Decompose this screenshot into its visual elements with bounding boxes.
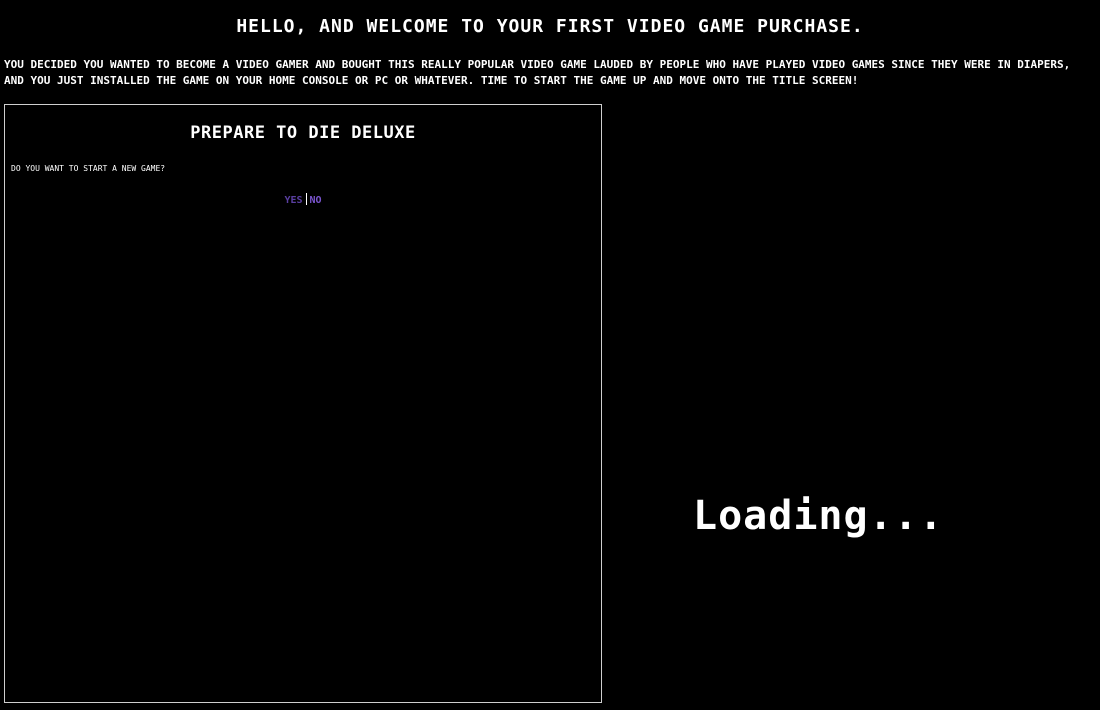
page-headline: HELLO, AND WELCOME TO YOUR FIRST VIDEO G… (236, 16, 864, 37)
game-title: PREPARE TO DIE DELUXE (190, 123, 416, 143)
no-button[interactable]: NO (310, 195, 322, 206)
choice-cursor (305, 193, 307, 205)
choice-row: YES NO (5, 193, 601, 206)
yes-button[interactable]: YES (284, 195, 302, 206)
game-screen-window: PREPARE TO DIE DELUXE DO YOU WANT TO STA… (4, 104, 602, 703)
loading-indicator: Loading... (693, 493, 944, 539)
intro-paragraph: YOU DECIDED YOU WANTED TO BECOME A VIDEO… (4, 58, 1071, 87)
new-game-question: DO YOU WANT TO START A NEW GAME? (11, 164, 166, 173)
